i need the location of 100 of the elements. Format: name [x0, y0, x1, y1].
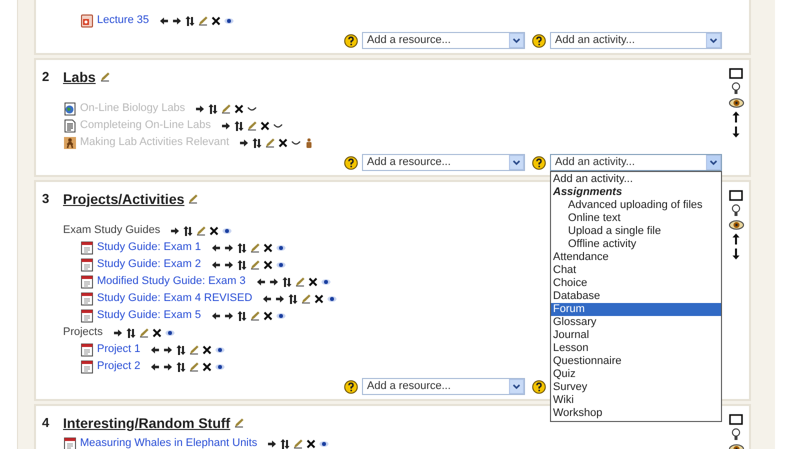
eye-icon[interactable] [728, 220, 744, 230]
highlight-square-icon[interactable] [729, 414, 743, 425]
move-arrows-icon[interactable] [280, 438, 290, 448]
left-arrow-icon[interactable] [210, 242, 221, 252]
delete-icon[interactable] [278, 138, 288, 148]
pencil-icon[interactable] [250, 260, 260, 270]
delete-icon[interactable] [314, 294, 324, 304]
move-arrows-icon[interactable] [236, 242, 247, 252]
resource-link[interactable]: Study Guide: Exam 4 REVISED [97, 290, 252, 307]
pdf-file-icon[interactable] [80, 274, 94, 288]
activity-dropdown[interactable]: Add an activity... [550, 154, 722, 171]
activity-dropdown[interactable]: Add an activity... [550, 32, 722, 49]
menu-option[interactable]: Chat [551, 264, 721, 277]
pdf-file-icon[interactable] [80, 240, 94, 254]
text-page-icon[interactable] [63, 118, 77, 132]
menu-option[interactable]: Workshop [551, 407, 721, 420]
eye-icon[interactable] [215, 344, 226, 354]
menu-option[interactable]: Wiki [551, 394, 721, 407]
highlight-square-icon[interactable] [729, 68, 743, 79]
help-icon[interactable] [532, 34, 546, 48]
move-arrows-icon[interactable] [252, 138, 262, 148]
move-arrows-icon[interactable] [208, 104, 218, 114]
right-arrow-icon[interactable] [170, 226, 180, 236]
move-arrows-icon[interactable] [282, 276, 292, 286]
right-arrow-icon[interactable] [275, 294, 286, 304]
down-arrow-icon[interactable] [732, 248, 740, 260]
resource-dropdown[interactable]: Add a resource... [362, 378, 525, 395]
delete-icon[interactable] [209, 226, 220, 236]
delete-icon[interactable] [202, 344, 212, 354]
right-arrow-icon[interactable] [239, 138, 250, 148]
pencil-icon[interactable] [250, 242, 260, 252]
menu-option[interactable]: Glossary [551, 316, 721, 329]
right-arrow-icon[interactable] [267, 438, 278, 448]
lightbulb-icon[interactable] [731, 428, 741, 441]
resource-link[interactable]: Study Guide: Exam 1 [97, 239, 201, 256]
eye-icon[interactable] [319, 438, 330, 448]
move-arrows-icon[interactable] [176, 344, 186, 354]
help-icon[interactable] [344, 34, 358, 48]
menu-option[interactable]: Database [551, 290, 721, 303]
help-icon[interactable] [532, 156, 546, 170]
right-arrow-icon[interactable] [195, 104, 206, 114]
move-arrows-icon[interactable] [236, 310, 247, 320]
resource-dropdown[interactable]: Add a resource... [362, 154, 525, 171]
eye-icon[interactable] [276, 242, 286, 252]
move-arrows-icon[interactable] [176, 362, 186, 372]
eye-icon[interactable] [728, 98, 744, 108]
pencil-icon[interactable] [221, 104, 232, 114]
pdf-file-icon[interactable] [80, 308, 94, 322]
globe-page-icon[interactable] [63, 102, 77, 116]
highlight-square-icon[interactable] [729, 190, 743, 201]
lightbulb-icon[interactable] [731, 204, 741, 217]
menu-option[interactable]: Upload a single file [551, 225, 721, 238]
pencil-icon[interactable] [198, 16, 208, 26]
move-arrows-icon[interactable] [184, 16, 195, 26]
person-icon[interactable] [304, 138, 314, 148]
menu-option[interactable]: Questionnaire [551, 355, 721, 368]
delete-icon[interactable] [202, 362, 212, 372]
move-arrows-icon[interactable] [126, 328, 136, 338]
resource-dropdown[interactable]: Add a resource... [362, 32, 525, 49]
delete-icon[interactable] [234, 104, 244, 114]
resource-link[interactable]: Study Guide: Exam 2 [97, 256, 201, 273]
down-arrow-icon[interactable] [732, 126, 740, 138]
eye-icon[interactable] [276, 310, 286, 320]
eye-icon[interactable] [224, 16, 234, 26]
pencil-icon[interactable] [294, 276, 305, 286]
resource-link[interactable]: Project 2 [97, 358, 140, 375]
right-arrow-icon[interactable] [224, 260, 234, 270]
pdf-file-icon[interactable] [80, 258, 94, 272]
menu-option[interactable]: Choice [551, 277, 721, 290]
menu-option[interactable]: Advanced uploading of files [551, 199, 721, 212]
resource-link[interactable]: Modified Study Guide: Exam 3 [97, 273, 246, 290]
right-arrow-icon[interactable] [268, 276, 279, 286]
pdf-file-icon[interactable] [63, 436, 77, 449]
delete-icon[interactable] [262, 310, 273, 320]
resource-link[interactable]: Project 1 [97, 341, 140, 358]
resource-link[interactable]: Study Guide: Exam 5 [97, 307, 201, 324]
slides-file-icon[interactable] [80, 14, 94, 28]
pencil-icon[interactable] [293, 438, 304, 448]
left-arrow-icon[interactable] [262, 294, 272, 304]
pencil-icon[interactable] [189, 362, 200, 372]
delete-icon[interactable] [308, 276, 318, 286]
delete-icon[interactable] [262, 242, 273, 252]
menu-option[interactable]: Online text [551, 212, 721, 225]
figure-icon[interactable] [63, 136, 77, 150]
left-arrow-icon[interactable] [256, 276, 266, 286]
delete-icon[interactable] [260, 120, 270, 130]
pdf-file-icon[interactable] [80, 292, 94, 306]
pencil-icon[interactable] [189, 344, 200, 354]
lightbulb-icon[interactable] [731, 82, 741, 95]
left-arrow-icon[interactable] [210, 260, 221, 270]
left-arrow-icon[interactable] [150, 344, 160, 354]
menu-option[interactable]: Forum [551, 303, 721, 316]
help-icon[interactable] [344, 156, 358, 170]
up-arrow-icon[interactable] [732, 233, 740, 245]
right-arrow-icon[interactable] [112, 328, 123, 338]
right-arrow-icon[interactable] [163, 344, 174, 354]
resource-link[interactable]: Measuring Whales in Elephant Units [80, 435, 258, 449]
eye-icon[interactable] [215, 362, 226, 372]
pencil-icon[interactable] [234, 418, 244, 428]
menu-option[interactable]: Attendance [551, 251, 721, 264]
